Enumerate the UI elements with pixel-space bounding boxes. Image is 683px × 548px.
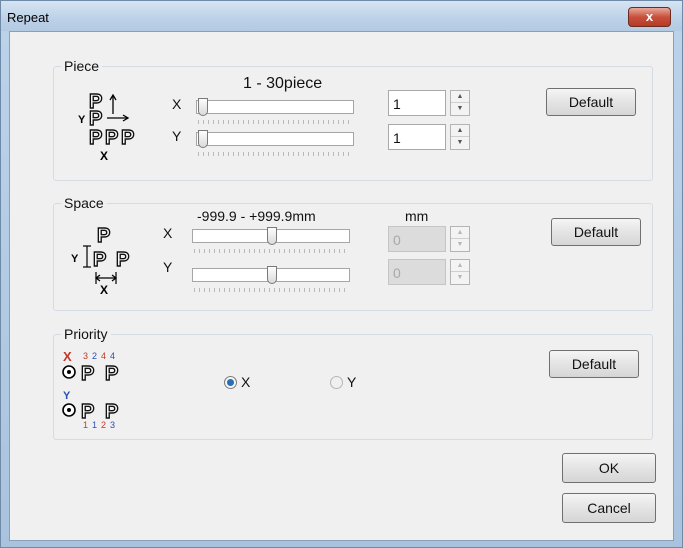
piece-default-button[interactable]: Default [546,88,636,116]
space-unit-label: mm [405,208,429,224]
piece-y-label: Y [172,128,182,144]
piece-icon-p: P [121,127,134,149]
piece-group-title: Piece [61,58,103,74]
priority-x-radio[interactable] [224,376,237,389]
piece-x-slider[interactable] [196,98,354,126]
cancel-button[interactable]: Cancel [562,493,656,523]
space-icon-y-label: Y [71,253,79,265]
piece-y-slider[interactable] [196,130,354,158]
piece-y-stepper[interactable]: ▲ ▼ [450,124,470,150]
slider-track [196,100,354,114]
priority-icon-p: P [81,363,94,385]
space-y-input[interactable]: 0 [388,259,446,285]
slider-ticks [198,152,352,156]
priority-icon-number: 4 [101,351,106,361]
priority-icon-number: 4 [110,351,115,361]
space-y-stepper[interactable]: ▲ ▼ [450,259,470,285]
close-icon: x [645,9,654,24]
slider-ticks [198,120,352,124]
piece-x-label: X [172,96,182,112]
window-title: Repeat [7,10,49,25]
space-icon-p: P [116,249,129,271]
piece-icon-y-label: Y [78,114,86,126]
priority-icon-number: 2 [92,351,97,361]
space-x-input[interactable]: 0 [388,226,446,252]
piece-x-stepper[interactable]: ▲ ▼ [450,90,470,116]
stepper-down-icon[interactable]: ▼ [451,103,469,115]
slider-thumb[interactable] [267,227,277,245]
space-y-slider[interactable] [192,266,350,294]
space-default-button[interactable]: Default [551,218,641,246]
piece-y-input[interactable]: 1 [388,124,446,150]
space-range-label: -999.9 - +999.9mm [197,208,316,224]
stepper-down-icon[interactable]: ▼ [451,137,469,149]
stepper-up-icon[interactable]: ▲ [451,260,469,272]
priority-icon-x-mark: X [63,350,72,364]
priority-icon-p: P [105,363,118,385]
piece-layout-icon: P P P P P Y X [78,90,135,163]
piece-x-input[interactable]: 1 [388,90,446,116]
space-x-stepper[interactable]: ▲ ▼ [450,226,470,252]
dialog-body: Piece P P P P P Y X 1 - 30piece X 1 ▲ ▼ … [9,31,674,541]
space-icon-p: P [93,249,106,271]
slider-thumb[interactable] [198,98,208,116]
repeat-dialog-window: Repeat x Piece P P P P P Y X 1 - 30piece [0,0,683,548]
space-icon-x-label: X [100,283,108,297]
space-group-title: Space [61,195,107,211]
priority-icon-y-mark: Y [63,390,71,402]
stepper-up-icon[interactable]: ▲ [451,227,469,239]
piece-icon-p: P [89,127,102,149]
slider-thumb[interactable] [198,130,208,148]
title-bar[interactable]: Repeat x [1,1,682,31]
priority-icon-p: P [81,401,94,423]
space-icon-p: P [97,225,110,247]
ok-button[interactable]: OK [562,453,656,483]
stepper-up-icon[interactable]: ▲ [451,91,469,103]
priority-group-title: Priority [61,326,111,342]
spacing-layout-icon: P P P Y X [71,224,130,297]
priority-icon-number: 3 [83,351,88,361]
space-y-label: Y [163,259,173,275]
piece-icon-p: P [105,127,118,149]
piece-range-label: 1 - 30piece [243,75,323,92]
slider-track [196,132,354,146]
priority-default-button[interactable]: Default [549,350,639,378]
space-x-slider[interactable] [192,227,350,255]
piece-icon-x-label: X [100,149,108,163]
slider-ticks [194,249,348,253]
priority-x-label[interactable]: X [241,374,250,390]
stepper-down-icon[interactable]: ▼ [451,239,469,251]
space-x-label: X [163,225,173,241]
slider-ticks [194,288,348,292]
close-button[interactable]: x [628,7,671,27]
stepper-up-icon[interactable]: ▲ [451,125,469,137]
priority-y-label[interactable]: Y [347,374,356,390]
priority-icon-p: P [105,401,118,423]
stepper-down-icon[interactable]: ▼ [451,272,469,284]
slider-thumb[interactable] [267,266,277,284]
priority-y-radio[interactable] [330,376,343,389]
priority-order-icon: X Y 3 2 4 4 1 1 2 3 P P P P [62,350,119,430]
